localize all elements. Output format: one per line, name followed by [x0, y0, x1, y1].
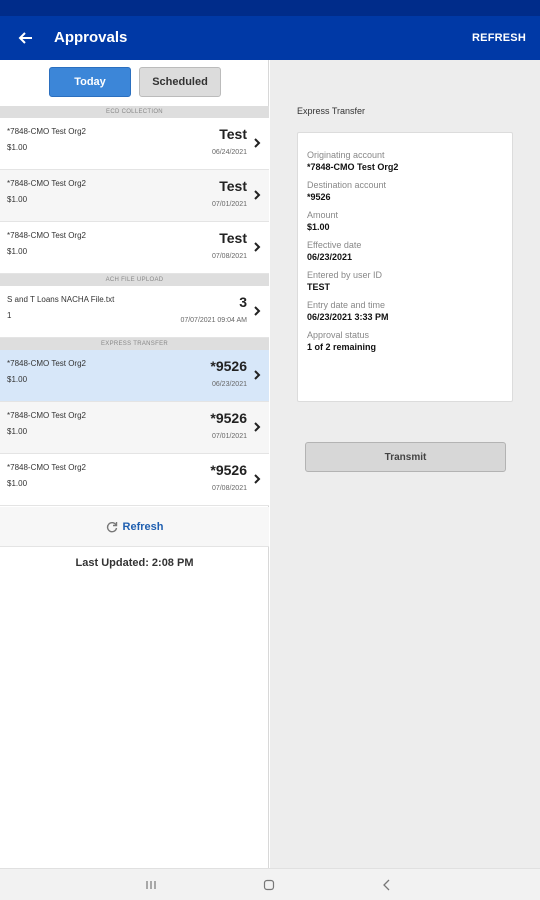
detail-field: Effective date 06/23/2021 — [307, 239, 512, 263]
item-value: Test — [219, 178, 247, 194]
item-value: *9526 — [210, 358, 247, 374]
chevron-right-icon — [254, 422, 261, 432]
item-name: *7848-CMO Test Org2 — [7, 127, 86, 136]
item-date: 07/01/2021 — [211, 433, 247, 440]
field-value: *9526 — [307, 192, 331, 202]
detail-field: Amount $1.00 — [307, 209, 512, 233]
list-item[interactable]: *7848-CMO Test Org2 $1.00 Test 06/24/202… — [0, 118, 269, 170]
back-icon[interactable] — [379, 877, 395, 893]
refresh-link-label: Refresh — [122, 520, 164, 533]
system-nav-bar — [0, 868, 540, 900]
item-name: *7848-CMO Test Org2 — [7, 231, 86, 240]
chevron-right-icon — [254, 306, 261, 316]
detail-title: Express Transfer — [297, 106, 366, 116]
item-amount: $1.00 — [7, 247, 28, 256]
field-label: Amount — [307, 210, 339, 220]
chevron-right-icon — [254, 370, 261, 380]
tab-today[interactable]: Today — [49, 67, 131, 97]
list-item[interactable]: *7848-CMO Test Org2 $1.00 *9526 07/01/20… — [0, 402, 269, 454]
refresh-button[interactable]: REFRESH — [472, 32, 526, 44]
section-header: ACH FILE UPLOAD — [0, 274, 269, 286]
item-count: 1 — [7, 311, 12, 320]
tab-scheduled[interactable]: Scheduled — [139, 67, 221, 97]
section-header: ECD COLLECTION — [0, 106, 269, 118]
field-label: Entered by user ID — [307, 270, 383, 280]
approvals-list-pane: Today Scheduled ECD COLLECTION *7848-CMO… — [0, 60, 269, 868]
home-icon[interactable] — [261, 877, 277, 893]
item-value: 3 — [239, 294, 247, 310]
field-label: Approval status — [307, 330, 370, 340]
list-item[interactable]: *7848-CMO Test Org2 $1.00 *9526 07/08/20… — [0, 454, 269, 506]
detail-field: Destination account *9526 — [307, 179, 512, 203]
detail-field: Originating account *7848-CMO Test Org2 — [307, 149, 512, 173]
last-updated-text: Last Updated: 2:08 PM — [75, 557, 194, 569]
item-amount: $1.00 — [7, 427, 28, 436]
back-arrow-icon[interactable] — [12, 26, 38, 50]
item-name: *7848-CMO Test Org2 — [7, 359, 86, 368]
app-bar: Approvals REFRESH — [0, 16, 540, 60]
field-label: Effective date — [307, 240, 362, 250]
chevron-right-icon — [254, 138, 261, 148]
detail-pane: Express Transfer Originating account *78… — [270, 60, 540, 868]
item-amount: $1.00 — [7, 143, 28, 152]
item-name: *7848-CMO Test Org2 — [7, 463, 86, 472]
list-item[interactable]: *7848-CMO Test Org2 $1.00 Test 07/08/202… — [0, 222, 269, 274]
chevron-right-icon — [254, 190, 261, 200]
item-amount: $1.00 — [7, 479, 28, 488]
item-value: Test — [219, 230, 247, 246]
field-value: 06/23/2021 — [307, 252, 353, 262]
item-name: *7848-CMO Test Org2 — [7, 179, 86, 188]
approvals-list: ECD COLLECTION *7848-CMO Test Org2 $1.00… — [0, 106, 269, 506]
refresh-link[interactable]: Refresh — [0, 507, 269, 547]
field-label: Originating account — [307, 150, 385, 160]
field-value: $1.00 — [307, 222, 330, 232]
field-value: 06/23/2021 3:33 PM — [307, 312, 389, 322]
item-amount: $1.00 — [7, 375, 28, 384]
field-label: Destination account — [307, 180, 387, 190]
detail-field: Approval status 1 of 2 remaining — [307, 329, 512, 353]
transmit-button[interactable]: Transmit — [305, 442, 506, 472]
date-segmented-control: Today Scheduled — [49, 67, 221, 97]
page-title: Approvals — [54, 29, 128, 46]
list-item[interactable]: S and T Loans NACHA File.txt 1 3 07/07/2… — [0, 286, 269, 338]
field-label: Entry date and time — [307, 300, 386, 310]
list-item-selected[interactable]: *7848-CMO Test Org2 $1.00 *9526 06/23/20… — [0, 350, 269, 402]
refresh-icon — [106, 521, 117, 532]
item-value: Test — [219, 126, 247, 142]
item-date: 06/23/2021 — [211, 381, 247, 388]
item-name: *7848-CMO Test Org2 — [7, 411, 86, 420]
chevron-right-icon — [254, 474, 261, 484]
item-date: 07/08/2021 — [211, 485, 247, 492]
detail-card: Originating account *7848-CMO Test Org2 … — [297, 132, 513, 402]
item-value: *9526 — [210, 410, 247, 426]
item-date: 07/08/2021 — [211, 253, 247, 260]
item-date: 07/01/2021 — [211, 201, 247, 208]
item-amount: $1.00 — [7, 195, 28, 204]
recent-apps-icon[interactable] — [143, 877, 159, 893]
detail-field: Entry date and time 06/23/2021 3:33 PM — [307, 299, 512, 323]
field-value: *7848-CMO Test Org2 — [307, 162, 399, 172]
chevron-right-icon — [254, 242, 261, 252]
list-item[interactable]: *7848-CMO Test Org2 $1.00 Test 07/01/202… — [0, 170, 269, 222]
field-value: 1 of 2 remaining — [307, 342, 377, 352]
item-name: S and T Loans NACHA File.txt — [7, 295, 115, 304]
detail-field: Entered by user ID TEST — [307, 269, 512, 293]
item-value: *9526 — [210, 462, 247, 478]
section-header: EXPRESS TRANSFER — [0, 338, 269, 350]
field-value: TEST — [307, 282, 331, 292]
status-bar — [0, 0, 540, 16]
item-date: 06/24/2021 — [211, 149, 247, 156]
item-date: 07/07/2021 09:04 AM — [180, 317, 247, 324]
